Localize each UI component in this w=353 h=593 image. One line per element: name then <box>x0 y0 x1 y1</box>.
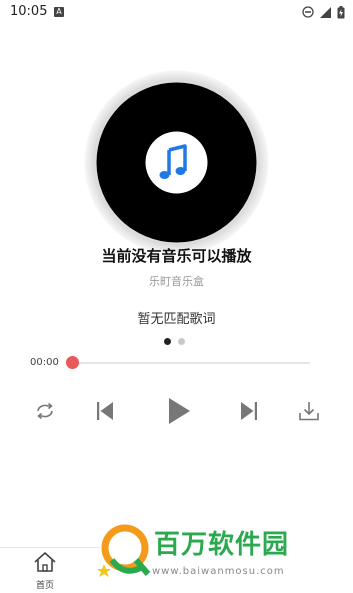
page-dot-1[interactable] <box>164 338 171 345</box>
battery-icon <box>337 5 345 18</box>
page-indicator <box>164 338 185 345</box>
repeat-icon <box>37 402 53 420</box>
watermark-url: www.baiwanmosu.com <box>152 566 285 577</box>
previous-icon <box>97 402 113 420</box>
status-time: 10:05 <box>10 4 48 19</box>
progress-track[interactable] <box>72 362 310 364</box>
download-icon <box>299 402 319 421</box>
watermark-brand: 百万软件园 <box>154 530 290 560</box>
play-icon <box>169 398 190 424</box>
song-title: 当前没有音乐可以播放 <box>101 247 252 265</box>
status-icons <box>302 5 345 19</box>
progress-thumb[interactable] <box>65 356 79 369</box>
do-not-disturb-icon <box>302 6 314 18</box>
repeat-button[interactable] <box>32 398 58 424</box>
page-dot-2[interactable] <box>178 338 185 345</box>
watermark: 百万软件园 www.baiwanmosu.com <box>92 520 353 593</box>
watermark-logo-icon <box>97 524 151 577</box>
elapsed-time: 00:00 <box>30 357 59 368</box>
artist-name: 乐町音乐盒 <box>149 275 204 288</box>
previous-button[interactable] <box>92 398 118 424</box>
next-button[interactable] <box>236 398 262 424</box>
signal-icon <box>320 6 331 18</box>
lyrics-text: 暂无匹配歌词 <box>137 312 216 327</box>
bottom-nav-divider <box>0 547 100 548</box>
download-button[interactable] <box>296 398 322 424</box>
status-bar: 10:05 A <box>0 0 353 24</box>
app-notification-icon: A <box>54 7 64 17</box>
next-icon <box>241 402 257 420</box>
nav-home[interactable]: 首页 <box>24 551 66 591</box>
album-cover <box>145 131 208 194</box>
home-icon <box>34 552 56 572</box>
album-disc[interactable] <box>84 70 269 255</box>
nav-home-label: 首页 <box>35 581 54 591</box>
play-button[interactable] <box>164 395 194 427</box>
